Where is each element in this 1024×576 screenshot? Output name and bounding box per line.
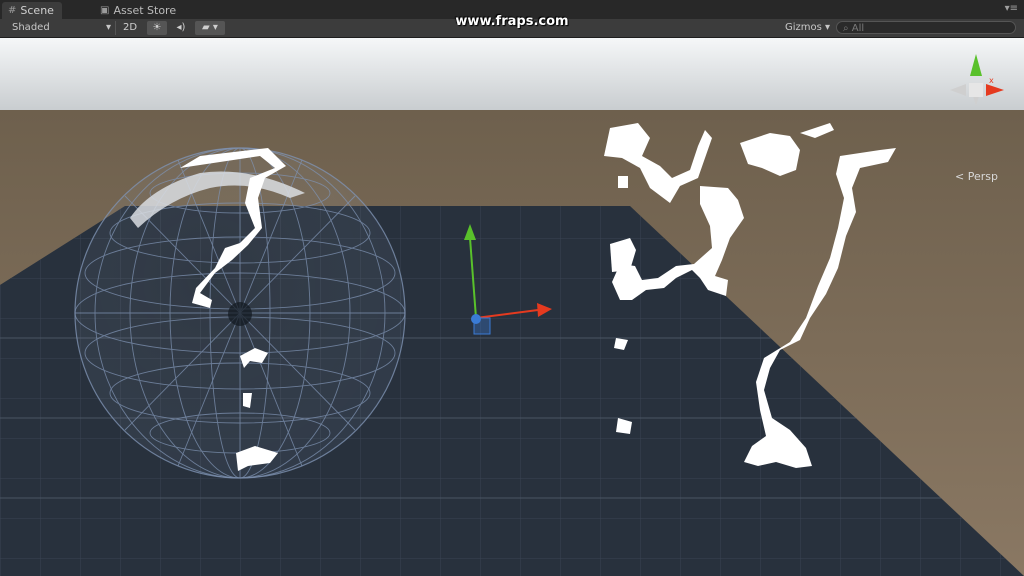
tab-scene-label: Scene <box>20 4 54 17</box>
tab-scene[interactable]: # Scene <box>2 2 62 19</box>
scene-toolbar: Shaded ▾ 2D ☀ ◂) ▰ ▾ Gizmos ▾ ⌕ All <box>0 19 1024 38</box>
2d-toggle-label: 2D <box>122 22 138 33</box>
shading-mode-label: Shaded <box>12 22 50 33</box>
sun-icon[interactable]: ☀ <box>147 21 167 35</box>
gizmos-label: Gizmos <box>785 22 822 33</box>
x-axis-letter: x <box>989 76 994 85</box>
search-placeholder: All <box>851 23 865 34</box>
chevron-left-icon: < <box>955 170 965 183</box>
window-menu-icon[interactable]: ▾≡ <box>1005 3 1018 14</box>
scene-grid-icon: # <box>8 5 17 16</box>
projection-toggle[interactable]: < Persp <box>955 170 998 183</box>
center-cube[interactable] <box>969 83 983 97</box>
projection-label: Persp <box>967 170 998 183</box>
tab-asset-store[interactable]: ▣ Asset Store <box>94 2 184 19</box>
shading-chevron-icon[interactable]: ▾ <box>106 19 111 37</box>
search-input[interactable]: ⌕ All <box>836 21 1016 34</box>
2d-toggle-button[interactable]: 2D <box>119 21 141 35</box>
skybox <box>0 38 1024 110</box>
tab-asset-store-label: Asset Store <box>113 4 177 17</box>
speaker-icon[interactable]: ◂) <box>172 21 190 35</box>
editor-tab-bar: # Scene ▣ Asset Store ▾≡ <box>0 0 1024 19</box>
shading-mode-dropdown[interactable]: Shaded <box>12 19 50 37</box>
store-bag-icon: ▣ <box>100 5 110 16</box>
image-icon[interactable]: ▰ ▾ <box>195 21 225 35</box>
z-axis-handle[interactable] <box>471 314 481 324</box>
toolbar-divider <box>115 21 116 35</box>
scene-canvas[interactable]: x <box>0 38 1024 576</box>
wireframe-sphere[interactable] <box>74 147 406 479</box>
gizmos-dropdown[interactable]: Gizmos ▾ <box>785 19 830 37</box>
search-icon: ⌕ <box>843 23 849 34</box>
scene-viewport[interactable]: x < Persp <box>0 38 1024 576</box>
gizmos-chevron-icon: ▾ <box>825 22 831 33</box>
